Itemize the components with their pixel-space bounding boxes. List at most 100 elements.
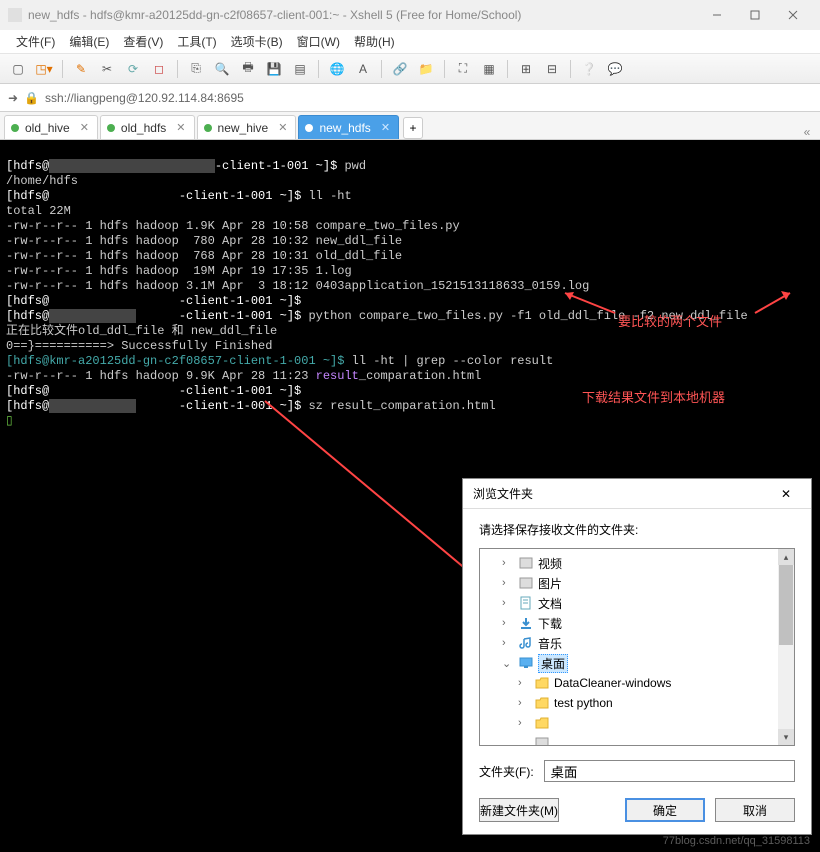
- status-dot-icon: [107, 124, 115, 132]
- folder-icon[interactable]: 📁: [416, 59, 436, 79]
- close-button[interactable]: [774, 1, 812, 29]
- tab-close-icon[interactable]: ✕: [278, 121, 287, 134]
- window-title: new_hdfs - hdfs@kmr-a20125dd-gn-c2f08657…: [28, 8, 698, 22]
- folder-icon: [534, 696, 550, 710]
- menu-view[interactable]: 查看(V): [117, 31, 169, 52]
- generic-icon: [518, 576, 534, 590]
- cancel-button[interactable]: 取消: [715, 798, 795, 822]
- generic-icon: [518, 556, 534, 570]
- folder-icon: [534, 716, 550, 730]
- tree-item[interactable]: ›图片: [486, 573, 788, 593]
- tab-close-icon[interactable]: ✕: [176, 121, 185, 134]
- menu-file[interactable]: 文件(F): [10, 31, 61, 52]
- folder-tree[interactable]: ›视频›图片›文档›下载›音乐⌄桌面›DataCleaner-windows›t…: [479, 548, 795, 746]
- addressbar-arrow-icon[interactable]: ➜: [8, 91, 18, 105]
- tree-item[interactable]: [486, 733, 788, 746]
- scroll-up-icon[interactable]: ▴: [778, 549, 794, 565]
- tree-item[interactable]: › test python: [486, 693, 788, 713]
- menu-tools[interactable]: 工具(T): [171, 31, 222, 52]
- tree-item[interactable]: › 音乐: [486, 633, 788, 653]
- expand-icon[interactable]: ›: [502, 597, 514, 609]
- tree-item-label: 音乐: [538, 635, 562, 652]
- dialog-close-button[interactable]: ✕: [771, 480, 801, 508]
- tree-item[interactable]: ›文档: [486, 593, 788, 613]
- tree-item[interactable]: › DataCleaner-windows: [486, 673, 788, 693]
- expand-icon[interactable]: ›: [502, 557, 514, 569]
- menu-edit[interactable]: 编辑(E): [63, 31, 115, 52]
- properties-icon[interactable]: ▤: [290, 59, 310, 79]
- help-icon[interactable]: ❔: [579, 59, 599, 79]
- menu-tabs[interactable]: 选项卡(B): [225, 31, 289, 52]
- dialog-titlebar: 浏览文件夹 ✕: [463, 479, 811, 509]
- tree-item[interactable]: ⌄桌面: [486, 653, 788, 673]
- scroll-down-icon[interactable]: ▾: [778, 729, 794, 745]
- expand-icon[interactable]: ›: [518, 697, 530, 709]
- tree-item[interactable]: ›下载: [486, 613, 788, 633]
- add-icon[interactable]: ⊞: [516, 59, 536, 79]
- search-icon[interactable]: 🔍: [212, 59, 232, 79]
- address-text[interactable]: ssh://liangpeng@120.92.114.84:8695: [45, 91, 244, 105]
- tab-overflow-icon[interactable]: «: [798, 125, 816, 139]
- tree-item[interactable]: ›: [486, 713, 788, 733]
- tree-item-label: DataCleaner-windows: [554, 676, 671, 690]
- tab-close-icon[interactable]: ✕: [80, 121, 89, 134]
- expand-icon[interactable]: ›: [518, 677, 530, 689]
- folder-field-label: 文件夹(F):: [479, 763, 534, 780]
- refresh-icon[interactable]: ⟳: [123, 59, 143, 79]
- separator: [62, 60, 63, 78]
- separator: [177, 60, 178, 78]
- separator: [444, 60, 445, 78]
- tab-label: old_hdfs: [121, 121, 166, 135]
- status-dot-icon: [204, 124, 212, 132]
- menu-window[interactable]: 窗口(W): [291, 31, 346, 52]
- tab-old-hive[interactable]: old_hive ✕: [4, 115, 98, 139]
- font-icon[interactable]: A: [353, 59, 373, 79]
- toolbar: ▢ ◳▾ ✎ ✂ ⟳ ◻ ⎘ 🔍 🖶 💾 ▤ 🌐 A 🔗 📁 ⛶ ▦ ⊞ ⊟ ❔…: [0, 54, 820, 84]
- tab-old-hdfs[interactable]: old_hdfs ✕: [100, 115, 195, 139]
- tab-label: new_hdfs: [319, 121, 370, 135]
- expand-icon[interactable]: ⌄: [502, 657, 514, 670]
- tab-add-button[interactable]: +: [403, 117, 423, 139]
- desktop-icon: [518, 656, 534, 670]
- browse-folder-dialog: 浏览文件夹 ✕ 请选择保存接收文件的文件夹: ›视频›图片›文档›下载›音乐⌄桌…: [462, 478, 812, 835]
- maximize-button[interactable]: [736, 1, 774, 29]
- menu-help[interactable]: 帮助(H): [348, 31, 401, 52]
- save-icon[interactable]: 💾: [264, 59, 284, 79]
- link-icon[interactable]: 🔗: [390, 59, 410, 79]
- app-icon: [8, 8, 22, 22]
- minimize-button[interactable]: [698, 1, 736, 29]
- folder-name-input[interactable]: [544, 760, 795, 782]
- chat-icon[interactable]: 💬: [605, 59, 625, 79]
- scroll-thumb[interactable]: [779, 565, 793, 645]
- stop-icon[interactable]: ◻: [149, 59, 169, 79]
- pencil-icon[interactable]: ✎: [71, 59, 91, 79]
- tab-label: old_hive: [25, 121, 70, 135]
- fullscreen-icon[interactable]: ⛶: [453, 59, 473, 79]
- tab-label: new_hive: [218, 121, 269, 135]
- new-folder-button[interactable]: 新建文件夹(M): [479, 798, 559, 822]
- tab-close-icon[interactable]: ✕: [381, 121, 390, 134]
- expand-icon[interactable]: ›: [518, 717, 530, 729]
- lock-icon: 🔒: [24, 91, 39, 105]
- tree-item-label: test python: [554, 696, 613, 710]
- dialog-prompt: 请选择保存接收文件的文件夹:: [479, 521, 795, 538]
- dialog-title: 浏览文件夹: [473, 485, 771, 502]
- new-session-icon[interactable]: ▢: [8, 59, 28, 79]
- scissors-icon[interactable]: ✂: [97, 59, 117, 79]
- tile-icon[interactable]: ▦: [479, 59, 499, 79]
- expand-icon[interactable]: ›: [502, 577, 514, 589]
- tree-item[interactable]: ›视频: [486, 553, 788, 573]
- tab-new-hdfs[interactable]: new_hdfs ✕: [298, 115, 399, 139]
- toolbar-dropdown-icon[interactable]: ◳▾: [34, 59, 54, 79]
- scrollbar[interactable]: ▴ ▾: [778, 549, 794, 745]
- copy-icon[interactable]: ⎘: [186, 59, 206, 79]
- globe-icon[interactable]: 🌐: [327, 59, 347, 79]
- titlebar: new_hdfs - hdfs@kmr-a20125dd-gn-c2f08657…: [0, 0, 820, 30]
- annotation-arrow-icon: [750, 288, 800, 318]
- print-icon[interactable]: 🖶: [238, 59, 258, 79]
- tab-new-hive[interactable]: new_hive ✕: [197, 115, 297, 139]
- expand-icon[interactable]: ›: [502, 637, 514, 649]
- expand-icon[interactable]: ›: [502, 617, 514, 629]
- remove-icon[interactable]: ⊟: [542, 59, 562, 79]
- ok-button[interactable]: 确定: [625, 798, 705, 822]
